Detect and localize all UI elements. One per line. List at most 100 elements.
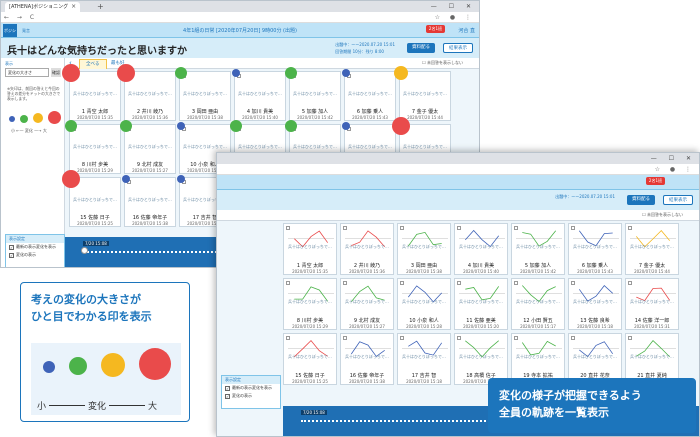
card-answer: 兵十はひとりぼっちで… [288,244,332,249]
trajectory-line [465,286,500,301]
student-card[interactable]: 兵十はひとりぼっちで… 9 北村 成友 2020/07/20 15:27 [124,124,176,174]
window-controls[interactable]: — ☐ ✕ [651,153,696,164]
change-marker-green [120,120,132,132]
student-card[interactable]: 兵十はひとりぼっちで… 8 川村 步美 2020/07/20 15:29 [283,278,337,330]
student-card[interactable]: 兵十はひとりぼっちで… 16 佐藤 帝年子 2020/07/20 15:38 [124,177,176,227]
student-card[interactable]: 兵十はひとりぼっちで… 12 小田 賢五2020/07/20 15:17 [511,278,565,330]
student-card[interactable]: 兵十はひとりぼっちで… 8 川村 步美 2020/07/20 15:29 [69,124,121,174]
answer-time: 2020/07/20 15:38 [187,115,223,120]
sidebar-label: 表示 [5,61,13,66]
callout-scale: 小変化大 [37,402,158,412]
student-card[interactable]: 兵十はひとりぼっちで… 6 加藤 乗人 2020/07/20 15:43 [568,223,622,275]
legend-dot-orange [101,353,125,377]
student-name: 6 加藤 乗人 [356,109,384,115]
student-name: 4 加川 貴美 [467,263,495,269]
answer-time: 2020/07/20 15:43 [577,269,613,274]
student-card[interactable]: 兵十はひとりぼっちで… 5 加藤 加人 2020/07/20 15:42 [289,71,341,121]
card-answer: 兵十はひとりぼっちで… [128,197,172,203]
student-card[interactable]: 兵十はひとりぼっちで… 14 佐藤 洋一郎2020/07/20 15:31 [625,278,679,330]
user-name[interactable]: 河合 直 [458,27,475,34]
hide-unanswered-toggle[interactable]: ☐ 未回答を表示しない [642,212,683,218]
window-controls[interactable]: — ☐ ✕ [431,1,476,12]
url-bar[interactable]: ☆ ● ⋮ [217,164,699,175]
answer-time: 2020/07/20 15:25 [292,379,328,384]
student-card[interactable]: 兵十はひとりぼっちで… 1 青空 太郎 2020/07/20 15:35 [283,223,337,275]
change-marker-green [285,120,297,132]
student-card[interactable]: 兵十はひとりぼっちで… 5 加藤 加人 2020/07/20 15:42 [511,223,565,275]
answer-time: 2020/07/20 15:38 [349,379,385,384]
student-card[interactable]: 兵十はひとりぼっちで… 3 岡田 亜由 2020/07/20 15:38 [179,71,231,121]
callout-change-size: 考えの変化の大きさが ひと目でわかる印を表示 小変化大 [20,282,190,422]
answer-time: 2020/07/20 15:42 [520,269,556,274]
option-show-change[interactable]: ✓ 変化の表示 [222,392,280,400]
hide-unanswered-toggle[interactable]: ☐ 未回答を表示しない [422,60,463,66]
change-marker-blue [342,69,350,77]
card-answer: 兵十はひとりぼっちで… [573,299,617,304]
answer-time: 2020/07/20 15:42 [297,115,333,120]
new-tab-button[interactable]: + [97,1,104,12]
student-name: 7 金子 優太 [411,109,439,115]
show-results-button[interactable]: 結果表示 [663,195,693,205]
card-answer: 兵十はひとりぼっちで… [516,244,560,249]
student-card[interactable]: 兵十はひとりぼっちで… 2 井川 綾乃 2020/07/20 15:36 [340,223,394,275]
distribute-button[interactable]: 資料配る [627,195,655,205]
student-card[interactable]: 兵十はひとりぼっちで… 3 岡田 亜由 2020/07/20 15:38 [397,223,451,275]
option-latest-change[interactable]: ✓ 最新の表示変化を表示 [6,243,64,251]
change-marker-red [392,117,410,135]
student-card[interactable]: 兵十はひとりぼっちで… 7 金子 優太 2020/07/20 15:44 [399,71,451,121]
display-select[interactable]: 変化の大きさ [5,68,49,77]
option-show-change[interactable]: ✓ 変化の表示 [6,251,64,259]
group-badge: 2名1班 [425,25,445,33]
url-bar[interactable]: ← → C ☆ ● ⋮ [1,12,479,23]
student-card[interactable]: 兵十はひとりぼっちで… 15 佐藤 日子 2020/07/20 15:25 [283,333,337,385]
card-answer: 兵十はひとりぼっちで… [73,144,117,150]
card-answer: 兵十はひとりぼっちで… [348,144,392,150]
nav-icons[interactable]: ← → C [4,14,37,21]
browser-tab[interactable]: [ATHENA]ボジショニング × [5,2,81,12]
student-card[interactable]: 兵十はひとりぼっちで… 16 佐藤 帝年子 2020/07/20 15:38 [340,333,394,385]
change-marker-blue [122,175,130,183]
timeline-start-handle[interactable] [81,247,88,254]
legend-dot-orange [33,113,43,123]
answer-time: 2020/07/20 15:44 [634,269,670,274]
browser-tabbar: — ☐ ✕ [217,153,699,164]
show-results-button[interactable]: 結果表示 [443,43,473,53]
student-card[interactable]: 兵十はひとりぼっちで… 4 加川 貴美 2020/07/20 15:40 [234,71,286,121]
student-card[interactable]: 兵十はひとりぼっちで… 11 佐藤 亜美2020/07/20 15:20 [454,278,508,330]
browser-menu-icons[interactable]: ☆ ● ⋮ [435,12,475,23]
student-name: 17 吉井 智 [411,373,437,379]
student-card[interactable]: 兵十はひとりぼっちで… 10 小泉 和人 2020/07/20 15:28 [397,278,451,330]
checkbox-icon[interactable]: ✓ [9,252,14,258]
answer-time: 2020/07/20 15:27 [349,324,385,329]
student-card[interactable]: 兵十はひとりぼっちで… 9 北村 成友 2020/07/20 15:27 [340,278,394,330]
checkbox-icon[interactable]: ✓ [9,244,14,250]
card-answer: 兵十はひとりぼっちで… [73,91,117,97]
option-latest-change[interactable]: ✓ 最新の表示変化を表示 [222,384,280,392]
callout-trajectory: 変化の様子が把握できるよう 全員の軌跡を一覧表示 [488,378,696,433]
student-name: 5 加藤 加人 [524,263,552,269]
tab-all[interactable]: 全べる [79,59,107,69]
answer-time: 2020/07/20 15:40 [242,115,278,120]
change-marker-blue [177,175,185,183]
answer-time: 2020/07/20 15:20 [463,324,499,329]
checkbox-icon[interactable]: ✓ [225,393,230,399]
timeline-start: 7/20 15:08 [301,410,327,415]
answer-time: 2020/07/20 15:29 [292,324,328,329]
answer-time: 2020/07/20 15:17 [520,324,556,329]
student-card[interactable]: 兵十はひとりぼっちで… 17 吉井 智 2020/07/20 15:18 [397,333,451,385]
select-confirm-button[interactable]: 確認 [51,68,61,77]
card-answer: 兵十はひとりぼっちで… [402,299,446,304]
student-card[interactable]: 兵十はひとりぼっちで… 6 加藤 乗人 2020/07/20 15:43 [344,71,396,121]
app-header: 2名1班 [217,175,699,190]
student-card[interactable]: 兵十はひとりぼっちで… 7 金子 優太 2020/07/20 15:44 [625,223,679,275]
student-card[interactable]: 兵十はひとりぼっちで… 4 加川 貴美 2020/07/20 15:40 [454,223,508,275]
question-bar: 兵十はどんな気持ちだったと思いますか 出題中：ーー2020.07.20 15:0… [1,38,479,58]
browser-menu-icons[interactable]: ☆ ● ⋮ [655,164,695,175]
distribute-button[interactable]: 資料配る [407,43,435,53]
app-header: ポジション 発言 4年1組の日常 [2020年07月20日] 9時00分 (出題… [1,23,479,46]
question-meta: 出題中：ーー2020.07.20 15:01 回答期間 10分：残り 8:00 [335,41,395,55]
student-card[interactable]: 兵十はひとりぼっちで… 13 佐藤 良希2020/07/20 15:18 [568,278,622,330]
meta-line: 出題中：ーー2020.07.20 15:01 [335,42,395,47]
checkbox-icon[interactable]: ✓ [225,385,230,391]
close-tab-icon[interactable]: × [71,2,76,12]
